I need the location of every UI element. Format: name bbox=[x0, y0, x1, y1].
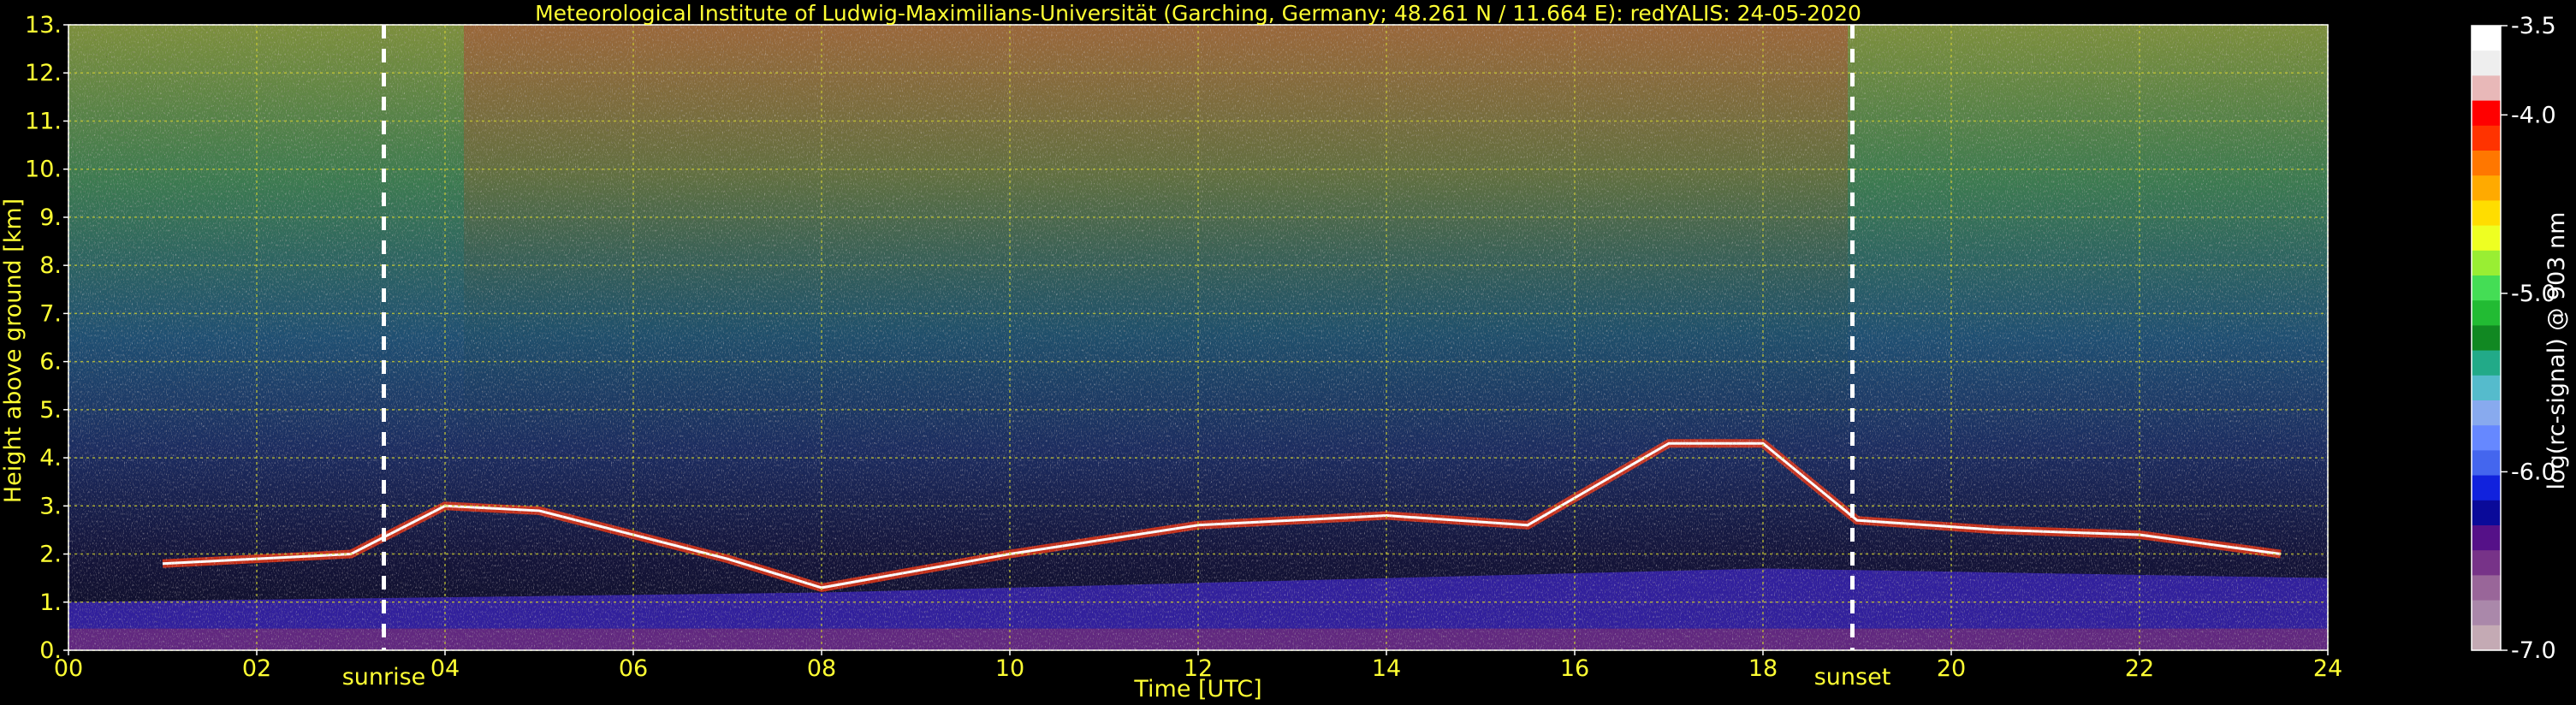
colorbar-swatch bbox=[2472, 475, 2501, 501]
x-tick-label: 08 bbox=[807, 655, 836, 682]
y-tick-label: 8. bbox=[39, 252, 62, 279]
x-tick-label: 02 bbox=[242, 655, 271, 682]
colorbar-swatch bbox=[2472, 175, 2501, 201]
colorbar-swatch bbox=[2472, 26, 2501, 51]
colorbar-swatch bbox=[2472, 375, 2501, 401]
colorbar-swatch bbox=[2472, 500, 2501, 526]
colorbar-swatch bbox=[2472, 600, 2501, 626]
colorbar-swatch bbox=[2472, 625, 2501, 651]
y-tick-label: 4. bbox=[39, 445, 62, 471]
colorbar-swatch bbox=[2472, 575, 2501, 601]
y-tick-label: 12. bbox=[25, 60, 62, 86]
x-tick-label: 16 bbox=[1560, 655, 1589, 682]
x-axis-label: Time [UTC] bbox=[1133, 676, 1261, 702]
y-tick-label: 13. bbox=[25, 12, 62, 39]
colorbar-swatch bbox=[2472, 75, 2501, 102]
colorbar-swatch bbox=[2472, 50, 2501, 76]
colorbar-swatch bbox=[2472, 525, 2501, 551]
sunset-label: sunset bbox=[1814, 664, 1891, 690]
y-tick-label: 10. bbox=[25, 157, 62, 183]
y-tick-label: 6. bbox=[39, 349, 62, 376]
y-tick-label: 1. bbox=[39, 589, 62, 616]
colorbar-tick-label: -3.5 bbox=[2511, 13, 2556, 39]
colorbar-swatch bbox=[2472, 550, 2501, 576]
colorbar-swatch bbox=[2472, 151, 2501, 176]
x-tick-label: 14 bbox=[1372, 655, 1401, 682]
colorbar-label: log(rc-signal) @ 903 nm bbox=[2543, 212, 2570, 490]
colorbar-swatch bbox=[2472, 300, 2501, 326]
x-tick-label: 10 bbox=[995, 655, 1024, 682]
y-tick-label: 11. bbox=[25, 108, 62, 134]
colorbar-swatch bbox=[2472, 100, 2501, 127]
colorbar-swatch bbox=[2472, 425, 2501, 451]
sunrise-label: sunrise bbox=[342, 664, 426, 690]
colorbar-swatch bbox=[2472, 225, 2501, 252]
y-tick-label: 9. bbox=[39, 204, 62, 231]
colorbar-tick-label: -4.0 bbox=[2511, 102, 2556, 128]
y-tick-label: 7. bbox=[39, 300, 62, 327]
y-tick-label: 3. bbox=[39, 493, 62, 519]
colorbar-swatch bbox=[2472, 250, 2501, 276]
chart-title: Meteorological Institute of Ludwig-Maxim… bbox=[535, 1, 1861, 26]
colorbar-swatch bbox=[2472, 325, 2501, 352]
y-tick-label: 2. bbox=[39, 542, 62, 568]
x-tick-label: 20 bbox=[1937, 655, 1966, 682]
y-axis-label: Height above ground [km] bbox=[0, 198, 27, 503]
colorbar-swatch bbox=[2472, 450, 2501, 477]
x-tick-label: 06 bbox=[619, 655, 648, 682]
colorbar-swatch bbox=[2472, 275, 2501, 301]
colorbar-swatch bbox=[2472, 400, 2501, 426]
lidar-chart: sunrise sunset 00 02 04 06 08 10 12 14 16 18 20 22 24… bbox=[0, 1, 2570, 702]
colorbar-swatch bbox=[2472, 200, 2501, 227]
colorbar-swatch bbox=[2472, 350, 2501, 376]
y-tick-label: 5. bbox=[39, 397, 62, 424]
colorbar-tick-label: -7.0 bbox=[2511, 637, 2556, 664]
x-tick-label: 24 bbox=[2313, 655, 2342, 682]
x-tick-label: 18 bbox=[1748, 655, 1778, 682]
y-tick-label: 0. bbox=[39, 637, 62, 664]
x-tick-label: 22 bbox=[2125, 655, 2154, 682]
colorbar-swatch bbox=[2472, 125, 2501, 151]
x-tick-label: 04 bbox=[430, 655, 460, 682]
